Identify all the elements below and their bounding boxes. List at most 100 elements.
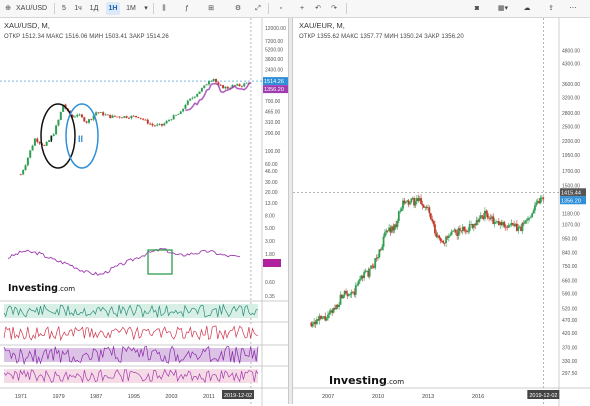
left-candle	[158, 123, 161, 125]
left-y-tick-label: 60.00	[265, 162, 278, 168]
left-y-tick-label: 5.00	[265, 226, 275, 232]
right-chart-svg[interactable]: 4800.00 4300.00 3600.00 3200.00 2800.00 2500.…	[293, 18, 590, 406]
ratio-value-badge	[263, 259, 281, 267]
redo-icon[interactable]: ↷	[328, 2, 340, 15]
left-candle	[160, 123, 163, 126]
right-candle	[410, 198, 413, 203]
left-candle	[19, 174, 22, 176]
right-candle	[414, 201, 417, 206]
left-candle	[97, 112, 100, 114]
right-candle	[325, 318, 328, 321]
annotation-label-i: I	[50, 134, 53, 144]
fullscreen-icon[interactable]: ⤢	[252, 2, 264, 15]
interval-1w[interactable]: 1Н	[106, 2, 120, 15]
left-chart-panel[interactable]: 12000.007200.005200.003600.002400.001620…	[0, 18, 288, 406]
left-eur-overlay-line	[185, 81, 252, 112]
left-candle	[215, 78, 218, 83]
left-candle	[170, 119, 173, 121]
right-candle	[517, 227, 520, 231]
interval-1m[interactable]: 1М	[124, 2, 138, 15]
left-y-tick-label: 200.00	[265, 131, 281, 137]
left-candle	[186, 100, 189, 105]
left-candle	[238, 84, 241, 86]
right-candle	[328, 312, 331, 315]
right-candle	[542, 197, 545, 200]
left-candle	[172, 115, 175, 120]
right-chart-panel[interactable]: 4800.00 4300.00 3600.00 3200.00 2800.00 2500.…	[293, 18, 590, 406]
left-candle	[116, 116, 119, 118]
settings-gear-icon[interactable]: ⚙	[232, 2, 244, 15]
left-y-tick-label: 7200.00	[265, 39, 283, 45]
left-candle	[38, 141, 41, 144]
right-y-tick-label: 4300.00	[562, 61, 580, 67]
square-icon[interactable]: ▫	[276, 2, 286, 15]
right-x-tick-label: 2013	[422, 394, 434, 400]
compare-icon[interactable]: ⊕	[3, 2, 13, 15]
left-chart-svg[interactable]: 12000.007200.005200.003600.002400.001620…	[0, 18, 288, 406]
left-ohlc-readout: ОТКР 1512.34 МАКС 1516.06 МИН 1503.41 ЗА…	[4, 34, 169, 40]
right-y-tick-label: 750.00	[562, 264, 578, 270]
right-candle	[429, 213, 432, 219]
left-candle	[130, 115, 133, 119]
templates-icon[interactable]: ⊞	[204, 2, 218, 15]
chart-toolbar: ⊕ XAU/USD 5 1ч 1Д 1Н 1М ▾ ⫼ ƒ ⊞ ⚙ ⤢ ▫ + …	[0, 0, 590, 18]
left-candle	[109, 114, 112, 118]
left-y-tick-label: 3.00	[265, 239, 275, 245]
layout-selector-icon[interactable]: ▦▾	[492, 2, 514, 15]
left-candle	[118, 116, 121, 118]
left-candle	[167, 119, 170, 121]
left-candle	[128, 117, 130, 119]
right-high-label: 1415.44	[561, 190, 581, 196]
left-x-tick-label: 1987	[90, 394, 102, 400]
right-candle	[486, 213, 489, 218]
right-chart-title: XAU/EUR, M,	[299, 21, 345, 30]
ratio-line	[7, 248, 241, 276]
left-last-price-label: 1514.26	[264, 79, 284, 85]
undo-icon[interactable]: ↶	[312, 2, 324, 15]
left-candle	[243, 83, 246, 87]
right-candle	[354, 285, 357, 295]
right-candle	[397, 211, 400, 221]
left-y-tick-label: 310.00	[265, 120, 281, 126]
right-candle	[409, 202, 411, 205]
symbol-input-left[interactable]: XAU/USD	[16, 2, 56, 15]
left-y-tick-label: 100.00	[265, 149, 281, 155]
left-y-tick-label: 3600.00	[265, 57, 283, 63]
left-y-tick-label: 20.00	[265, 190, 278, 196]
left-candle	[222, 85, 225, 89]
right-y-tick-label: 2200.00	[562, 139, 580, 145]
right-candle	[454, 229, 457, 233]
publish-icon[interactable]: ⇪	[544, 2, 558, 15]
symbol-input-right[interactable]: +	[296, 2, 308, 15]
right-candle	[452, 230, 454, 232]
osc-pane-2-band	[4, 325, 258, 341]
left-candle	[78, 114, 81, 116]
interval-dropdown-icon[interactable]: ▾	[142, 2, 150, 15]
right-candle	[359, 278, 361, 281]
interval-1h[interactable]: 1ч	[72, 2, 84, 15]
right-candle	[404, 201, 407, 204]
more-options-icon[interactable]: ⋯	[566, 2, 580, 15]
right-candle	[478, 218, 481, 222]
right-candle	[459, 228, 461, 231]
candles-style-icon[interactable]: ⫼	[158, 2, 170, 15]
right-y-tick-label: 297.50	[562, 371, 578, 377]
right-candle	[450, 231, 453, 235]
left-candle	[24, 165, 27, 170]
right-candle	[396, 220, 399, 227]
left-candle	[207, 81, 210, 85]
indicators-icon[interactable]: ƒ	[180, 2, 194, 15]
camera-snapshot-icon[interactable]: ◙	[470, 2, 484, 15]
left-candle	[123, 116, 126, 118]
left-candle	[55, 125, 58, 135]
interval-5[interactable]: 5	[58, 2, 70, 15]
right-candle	[381, 246, 384, 250]
interval-1d[interactable]: 1Д	[88, 2, 100, 15]
cloud-save-icon[interactable]: ☁	[520, 2, 534, 15]
right-candle	[338, 304, 341, 307]
right-y-tick-label: 950.00	[562, 236, 578, 242]
left-candle	[31, 145, 34, 151]
left-candle	[76, 114, 79, 117]
right-candle	[421, 203, 424, 206]
left-y-tick-label: 8.00	[265, 214, 275, 220]
